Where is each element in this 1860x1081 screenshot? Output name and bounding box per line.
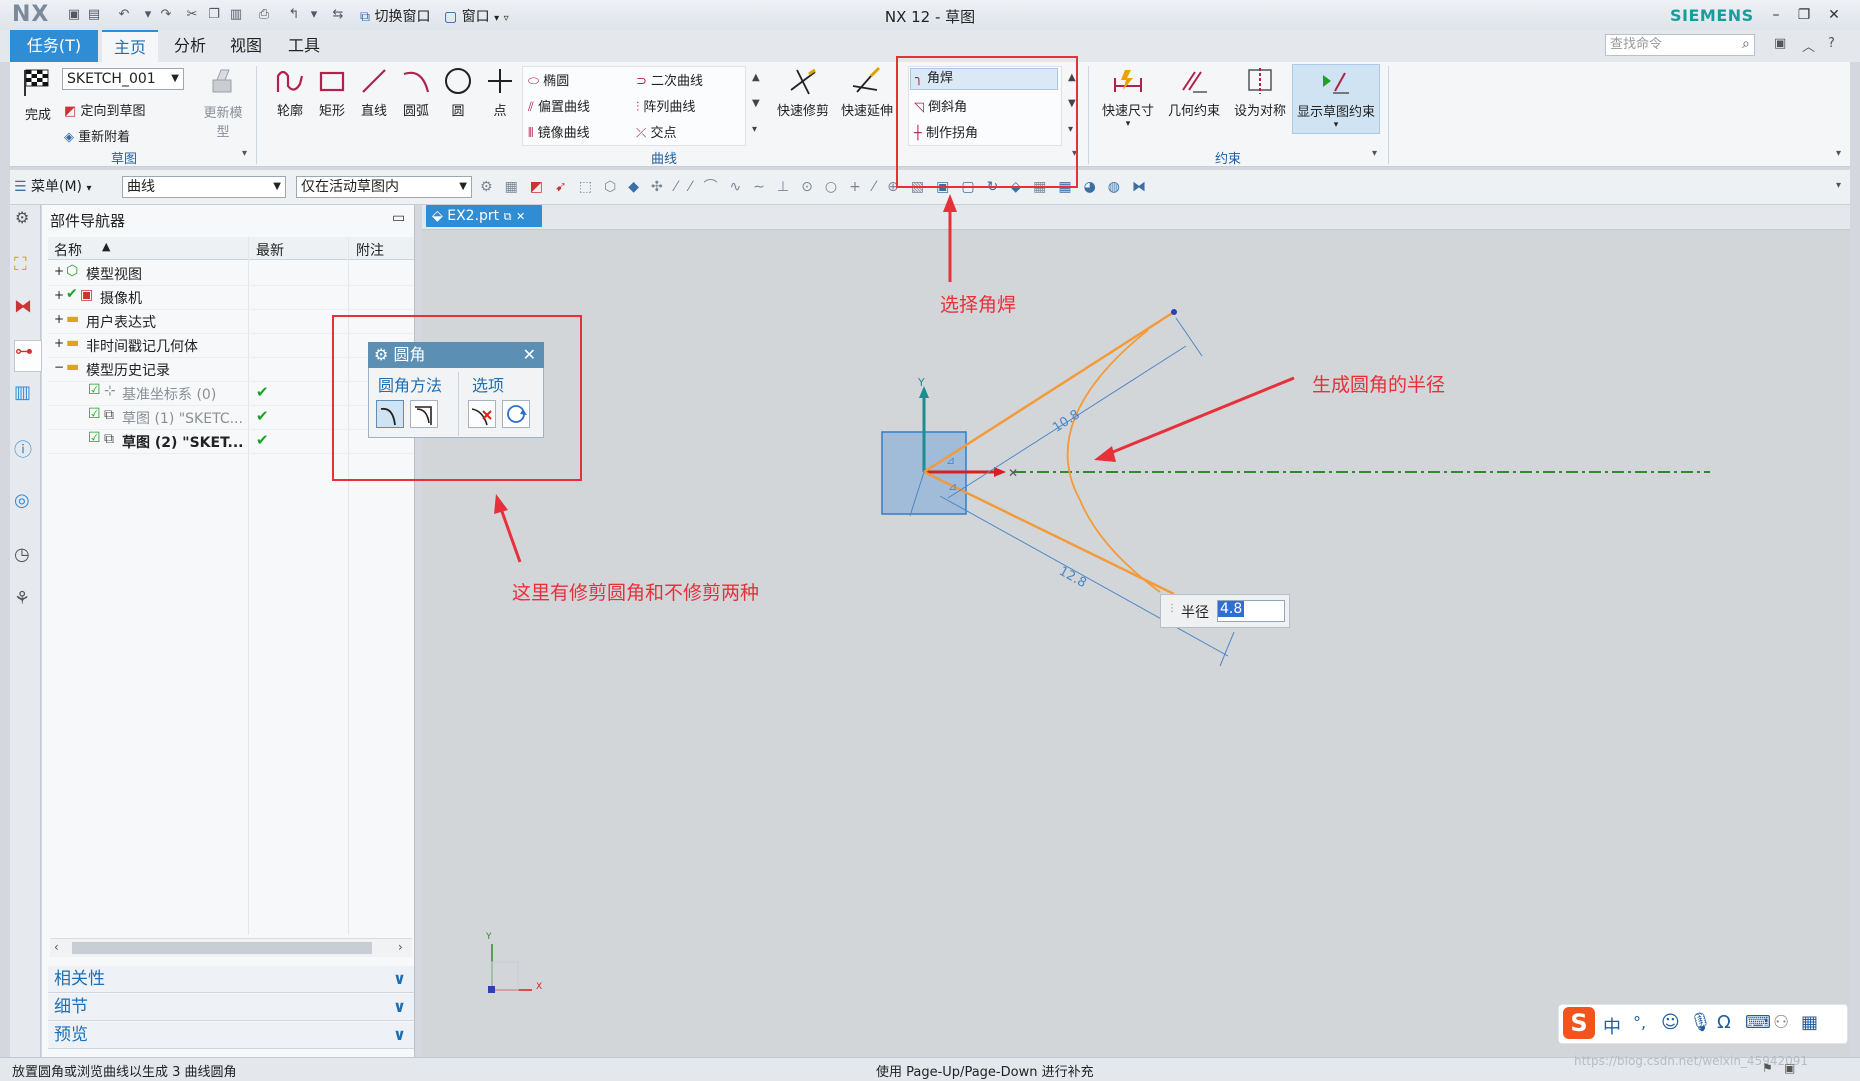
arrowhead bbox=[1094, 446, 1116, 462]
microphone-icon[interactable]: 🎙 bbox=[1689, 1012, 1712, 1033]
ime-mode-toggle[interactable]: 中 bbox=[1603, 1013, 1621, 1039]
arrowhead bbox=[494, 494, 508, 514]
special-char-icon[interactable]: Ω bbox=[1717, 1012, 1731, 1033]
annotation-radius-note: 生成圆角的半径 bbox=[1312, 374, 1446, 396]
status-prompt: 放置圆角或浏览曲线以生成 3 曲线圆角 bbox=[12, 1065, 237, 1080]
keyboard-icon[interactable]: ⌨ bbox=[1745, 1012, 1771, 1033]
annotation-trim-note: 这里有修剪圆角和不修剪两种 bbox=[512, 582, 760, 604]
emoji-icon[interactable]: ☺ bbox=[1661, 1012, 1680, 1033]
status-flag-icon[interactable]: ⚑ bbox=[1762, 1061, 1773, 1075]
annotation-select-fillet: 选择角焊 bbox=[940, 294, 1017, 316]
punctuation-icon[interactable]: °, bbox=[1633, 1013, 1646, 1032]
annotation-arrows bbox=[494, 194, 1295, 563]
arrow-to-dialog bbox=[498, 505, 522, 563]
sogou-logo-icon[interactable]: S bbox=[1563, 1007, 1595, 1039]
user-icon[interactable]: ⚇ bbox=[1773, 1012, 1789, 1033]
arrowhead bbox=[943, 194, 957, 212]
input-method-bar: S 中 °, ☺ 🎙 Ω ⌨ ⚇ ▦ bbox=[1558, 1004, 1848, 1044]
status-window-icon[interactable]: ▣ bbox=[1784, 1061, 1795, 1075]
arrow-to-radius bbox=[1107, 376, 1295, 456]
watermark: https://blog.csdn.net/weixin_45942091 bbox=[1574, 1054, 1809, 1068]
status-message: 使用 Page-Up/Page-Down 进行补充 bbox=[876, 1065, 1094, 1080]
toolbox-icon[interactable]: ▦ bbox=[1801, 1012, 1818, 1033]
